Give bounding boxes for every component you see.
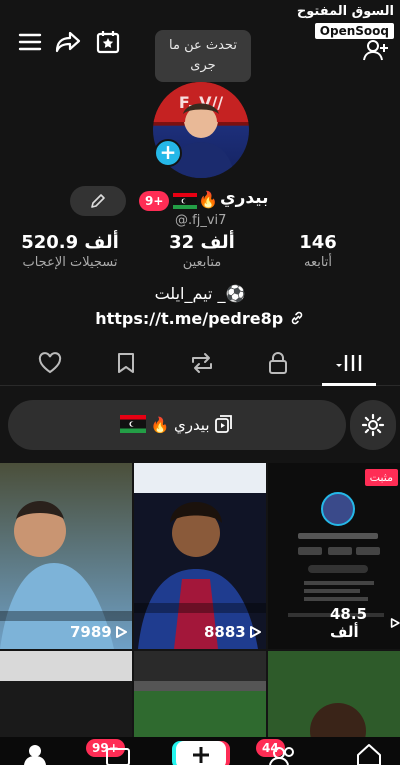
tab-private[interactable] — [263, 350, 293, 376]
stat-following[interactable]: 146 أتابعه — [268, 232, 368, 270]
friends-icon[interactable] — [268, 745, 298, 765]
play-icon — [249, 626, 261, 638]
play-icon — [391, 618, 400, 628]
name-row: 9+ 🔥 بيدري — [0, 186, 400, 216]
fire-icon: 🔥 — [150, 416, 170, 434]
heart-icon — [38, 352, 62, 374]
profile-icon[interactable] — [22, 743, 48, 765]
likes-count: 520.9 ألف — [21, 232, 119, 253]
bottom-nav: 99+ 44 — [0, 737, 400, 765]
view-count: 8883 — [204, 623, 261, 641]
home-icon[interactable] — [355, 743, 383, 765]
username: @.fj_vi7 — [175, 213, 227, 228]
tab-reposts[interactable] — [187, 350, 217, 376]
playlist-label: بيدري — [173, 416, 210, 434]
pencil-icon — [91, 194, 105, 208]
likes-label: تسجيلات الإعجاب — [22, 255, 118, 270]
notification-badge: 9+ — [139, 191, 170, 211]
video-thumbnail[interactable] — [268, 651, 400, 737]
bookmark-icon — [118, 353, 134, 373]
tooltip-line2: جرى — [190, 58, 216, 73]
lock-icon — [269, 352, 287, 374]
inbox-icon[interactable] — [105, 747, 131, 765]
bio-link[interactable]: https://t.me/pedre8p — [0, 309, 400, 328]
play-icon — [115, 626, 127, 638]
grid-icon — [336, 355, 362, 371]
view-count-value: 8883 — [204, 623, 246, 641]
stat-likes[interactable]: 520.9 ألف تسجيلات الإعجاب — [20, 232, 120, 270]
video-thumbnail-image — [134, 651, 266, 737]
create-button[interactable] — [176, 741, 226, 765]
collection-icon — [215, 415, 233, 433]
watermark-arabic: السوق المفتوح — [296, 4, 394, 19]
plus-icon — [193, 747, 209, 763]
video-thumbnail-image — [134, 463, 266, 649]
link-icon — [291, 311, 303, 325]
video-thumbnail[interactable]: 7989 — [0, 463, 132, 649]
share-icon[interactable] — [54, 28, 82, 56]
display-name: بيدري — [220, 188, 269, 208]
bio-link-text[interactable]: https://t.me/pedre8p — [95, 309, 283, 328]
active-tab-indicator — [322, 383, 376, 386]
video-thumbnail[interactable] — [134, 651, 266, 737]
profile-tabs — [0, 340, 400, 386]
libya-flag-icon — [119, 415, 146, 433]
stat-followers[interactable]: 32 ألف متابعين — [152, 232, 252, 270]
followers-count: 32 ألف — [169, 232, 235, 253]
following-label: أتابعه — [303, 255, 333, 270]
fire-icon: 🔥 — [198, 190, 218, 209]
tooltip: تحدث عن ما جرى — [155, 30, 251, 82]
view-count: 48.5 ألف — [330, 605, 400, 641]
watermark: السوق المفتوح OpenSooq — [297, 4, 394, 39]
tab-liked[interactable] — [35, 350, 65, 376]
view-count-value: 7989 — [70, 623, 112, 641]
add-story-button[interactable]: + — [154, 139, 182, 167]
video-thumbnail-image — [0, 463, 132, 649]
pinned-badge: مثبت — [364, 469, 398, 486]
followers-label: متابعين — [182, 255, 222, 270]
following-count: 146 — [299, 232, 337, 253]
gear-icon — [361, 413, 385, 437]
view-count-value: 48.5 ألف — [330, 605, 368, 641]
libya-flag-icon — [173, 193, 197, 209]
video-thumbnail[interactable]: 8883 — [134, 463, 266, 649]
tab-videos[interactable] — [334, 350, 364, 376]
repost-icon — [192, 353, 212, 373]
menu-icon[interactable] — [16, 28, 44, 56]
video-thumbnail[interactable]: مثبت 48.5 ألف — [268, 463, 400, 649]
settings-button[interactable] — [350, 400, 396, 450]
edit-profile-button[interactable] — [70, 186, 126, 216]
view-count: 7989 — [70, 623, 127, 641]
video-thumbnail[interactable] — [0, 651, 132, 737]
video-thumbnail-image — [268, 651, 400, 737]
add-user-icon[interactable] — [362, 36, 390, 64]
calendar-star-icon[interactable] — [94, 28, 122, 56]
video-thumbnail-image — [0, 651, 132, 737]
watermark-brand: OpenSooq — [314, 23, 394, 39]
playlist-button[interactable]: 🔥 بيدري — [8, 400, 346, 450]
tab-saved[interactable] — [111, 350, 141, 376]
bio: تيم_ايلت _⚽ — [154, 284, 246, 303]
tooltip-line1: تحدث عن ما — [169, 38, 237, 53]
